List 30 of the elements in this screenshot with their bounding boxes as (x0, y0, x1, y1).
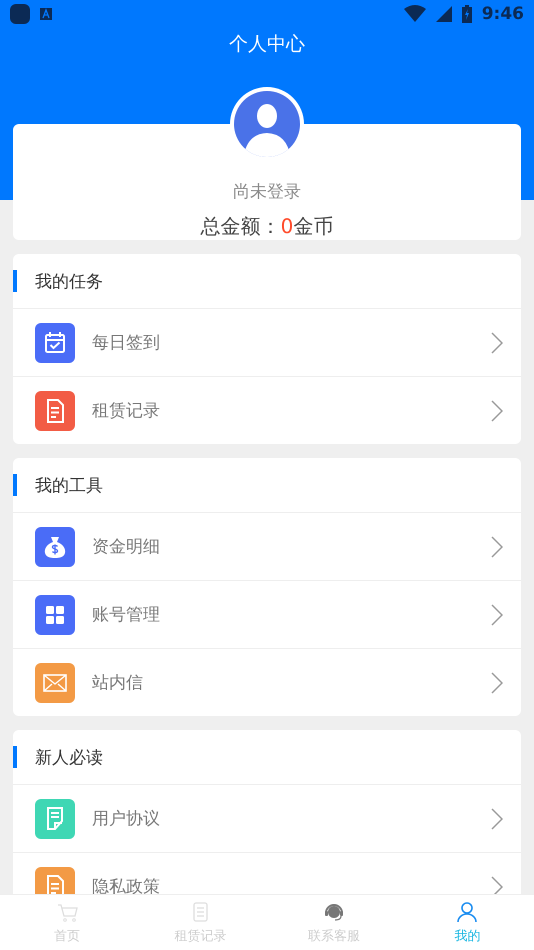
chevron-icon (491, 604, 503, 626)
menu-item[interactable]: 用户协议 (13, 784, 521, 852)
person-icon (455, 900, 480, 924)
menu-item[interactable]: 资金明细 (13, 512, 521, 580)
chevron-icon (491, 400, 503, 422)
chevron-icon (491, 332, 503, 354)
accent-bar (13, 270, 17, 292)
accent-bar (13, 746, 17, 768)
clock-time: 9:46 (482, 4, 524, 24)
page-title: 个人中心 (228, 32, 306, 57)
app-icon (10, 4, 30, 24)
section-title: 新人必读 (35, 746, 103, 768)
menu-item[interactable]: 租赁记录 (13, 376, 521, 444)
keyboard-icon (40, 8, 52, 20)
accent-bar (13, 474, 17, 496)
section-title: 我的工具 (35, 474, 103, 496)
menu-item[interactable]: 每日签到 (13, 308, 521, 376)
battery-icon (462, 5, 472, 23)
balance-text: 总金额：0金币 (200, 213, 334, 240)
menu-item[interactable]: 账号管理 (13, 580, 521, 648)
section-title: 我的任务 (35, 270, 103, 292)
chevron-icon (491, 808, 503, 830)
wifi-icon (404, 5, 426, 23)
menu-item[interactable]: 站内信 (13, 648, 521, 716)
chevron-icon (491, 536, 503, 558)
tab[interactable]: 我的 (400, 895, 534, 950)
signal-icon (436, 6, 452, 22)
chevron-icon (491, 876, 503, 894)
login-status[interactable]: 尚未登录 (233, 180, 301, 203)
chevron-icon (491, 672, 503, 694)
